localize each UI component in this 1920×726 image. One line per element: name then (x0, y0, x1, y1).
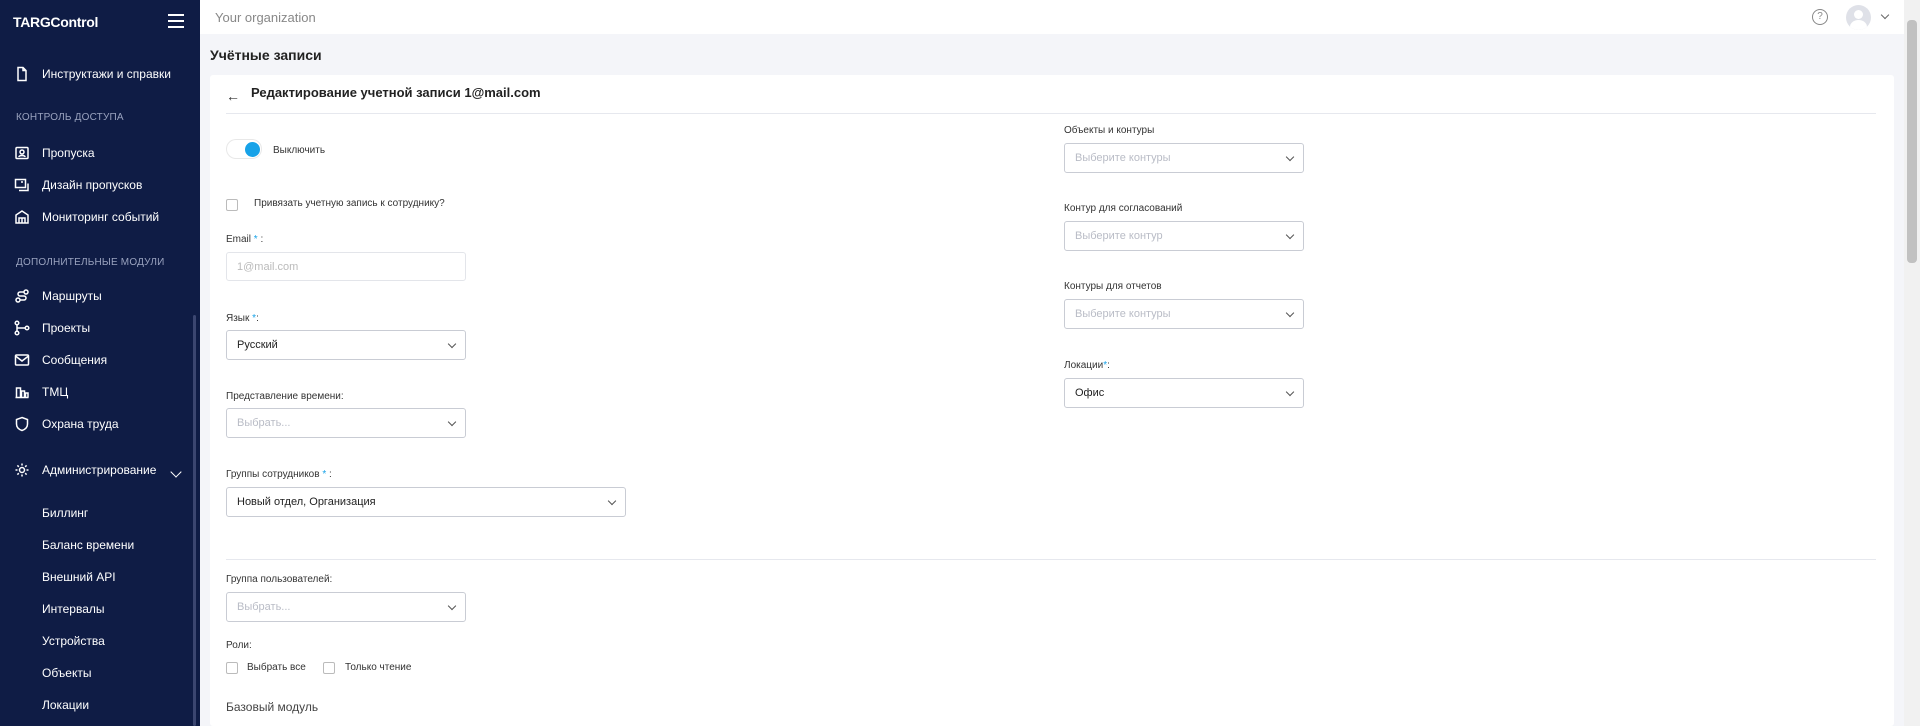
avatar[interactable] (1846, 5, 1871, 30)
chevron-down-icon (1285, 230, 1295, 239)
sidebar-item-external-api[interactable]: Внешний API (42, 570, 116, 584)
sidebar-item-label: Охрана труда (42, 417, 119, 431)
gear-icon (14, 462, 30, 478)
sidebar-item-intervals[interactable]: Интервалы (42, 602, 105, 616)
language-select[interactable]: Русский (226, 330, 466, 360)
document-icon (14, 66, 30, 82)
employee-groups-label: Группы сотрудников * : (226, 469, 332, 480)
sidebar-item-devices[interactable]: Устройства (42, 634, 105, 648)
sidebar-item-label: Администрирование (42, 463, 157, 477)
form-title: Редактирование учетной записи 1@mail.com (251, 85, 541, 100)
chevron-down-icon[interactable] (1880, 10, 1890, 20)
read-only-label: Только чтение (345, 662, 412, 673)
chevron-down-icon (1285, 308, 1295, 317)
employee-groups-select[interactable]: Новый отдел, Организация (226, 487, 626, 517)
approval-contour-label: Контур для согласований (1064, 203, 1183, 214)
chevron-down-icon (1285, 152, 1295, 161)
objects-select[interactable]: Выберите контуры (1064, 143, 1304, 173)
sidebar-item-safety[interactable]: Охрана труда (14, 412, 119, 436)
base-module-heading: Базовый модуль (226, 700, 319, 714)
link-employee-checkbox[interactable] (226, 199, 238, 211)
sidebar-item-billing[interactable]: Биллинг (42, 506, 88, 520)
divider (226, 113, 1876, 114)
report-contours-select[interactable]: Выберите контуры (1064, 299, 1304, 329)
select-all-checkbox[interactable] (226, 662, 238, 674)
sidebar: TARGControl Инструктажи и справки КОНТРО… (0, 0, 200, 726)
sidebar-item-admin[interactable]: Администрирование (14, 458, 156, 482)
design-icon (14, 177, 30, 193)
email-label: Email * : (226, 234, 264, 245)
objects-label: Объекты и контуры (1064, 125, 1155, 136)
sidebar-item-label: ТМЦ (42, 385, 69, 399)
locations-select[interactable]: Офис (1064, 378, 1304, 408)
sidebar-item-routes[interactable]: Маршруты (14, 284, 102, 308)
chevron-down-icon (607, 496, 617, 505)
time-format-label: Представление времени: (226, 391, 344, 402)
sidebar-item-label: Дизайн пропусков (42, 178, 143, 192)
report-contours-label: Контуры для отчетов (1064, 281, 1162, 292)
edit-account-card: ← Редактирование учетной записи 1@mail.c… (210, 75, 1894, 726)
sidebar-item-label: Проекты (42, 321, 91, 335)
sidebar-item-time-balance[interactable]: Баланс времени (42, 538, 134, 552)
back-arrow-icon[interactable]: ← (226, 88, 240, 104)
sidebar-item-passes[interactable]: Пропуска (14, 141, 95, 165)
sidebar-item-inventory[interactable]: ТМЦ (14, 380, 68, 404)
sidebar-item-monitoring[interactable]: Мониторинг событий (14, 205, 159, 229)
sidebar-scrollbar[interactable] (193, 315, 196, 726)
sidebar-item-projects[interactable]: Проекты (14, 316, 90, 340)
chevron-down-icon (1285, 387, 1295, 396)
email-field[interactable]: 1@mail.com (226, 252, 466, 281)
chevron-down-icon (447, 601, 457, 610)
section-access: КОНТРОЛЬ ДОСТУПА (16, 112, 124, 123)
sidebar-item-label: Пропуска (42, 146, 95, 160)
topbar: Your organization ? (200, 0, 1904, 34)
chevron-down-icon[interactable] (170, 466, 182, 478)
toggle-label: Выключить (273, 145, 326, 156)
shield-icon (14, 416, 30, 432)
sidebar-item-objects[interactable]: Объекты (42, 666, 92, 680)
help-icon[interactable]: ? (1812, 9, 1828, 25)
user-group-label: Группа пользователей: (226, 574, 333, 585)
sidebar-item-label: Сообщения (42, 353, 108, 367)
mail-icon (14, 352, 30, 368)
locations-label: Локации*: (1064, 360, 1110, 371)
sidebar-item-pass-design[interactable]: Дизайн пропусков (14, 173, 142, 197)
enabled-toggle[interactable] (226, 139, 262, 159)
badge-icon (14, 145, 30, 161)
sidebar-item-instructions[interactable]: Инструктажи и справки (14, 62, 171, 86)
sidebar-item-label: Мониторинг событий (42, 210, 160, 224)
link-employee-label: Привязать учетную запись к сотруднику? (254, 198, 445, 209)
sidebar-item-messages[interactable]: Сообщения (14, 348, 107, 372)
roles-label: Роли: (226, 640, 252, 651)
user-group-select[interactable]: Выбрать... (226, 592, 466, 622)
project-icon (14, 320, 30, 336)
time-format-select[interactable]: Выбрать... (226, 408, 466, 438)
sidebar-item-locations[interactable]: Локации (42, 698, 89, 712)
monitor-icon (14, 209, 30, 225)
organization-name: Your organization (215, 10, 316, 25)
sidebar-item-label: Маршруты (42, 289, 102, 303)
page-title: Учётные записи (210, 47, 322, 63)
approval-contour-select[interactable]: Выберите контур (1064, 221, 1304, 251)
page-scrollbar[interactable] (1904, 0, 1920, 726)
divider (226, 559, 1876, 560)
select-all-label: Выбрать все (247, 662, 306, 673)
language-label: Язык *: (226, 313, 259, 324)
chevron-down-icon (447, 417, 457, 426)
inventory-icon (14, 384, 30, 400)
menu-icon[interactable] (168, 14, 184, 28)
section-modules: ДОПОЛНИТЕЛЬНЫЕ МОДУЛИ (16, 257, 165, 268)
app-logo: TARGControl (13, 14, 99, 30)
sidebar-item-label: Инструктажи и справки (42, 67, 171, 81)
read-only-checkbox[interactable] (323, 662, 335, 674)
route-icon (14, 288, 30, 304)
chevron-down-icon (447, 339, 457, 348)
